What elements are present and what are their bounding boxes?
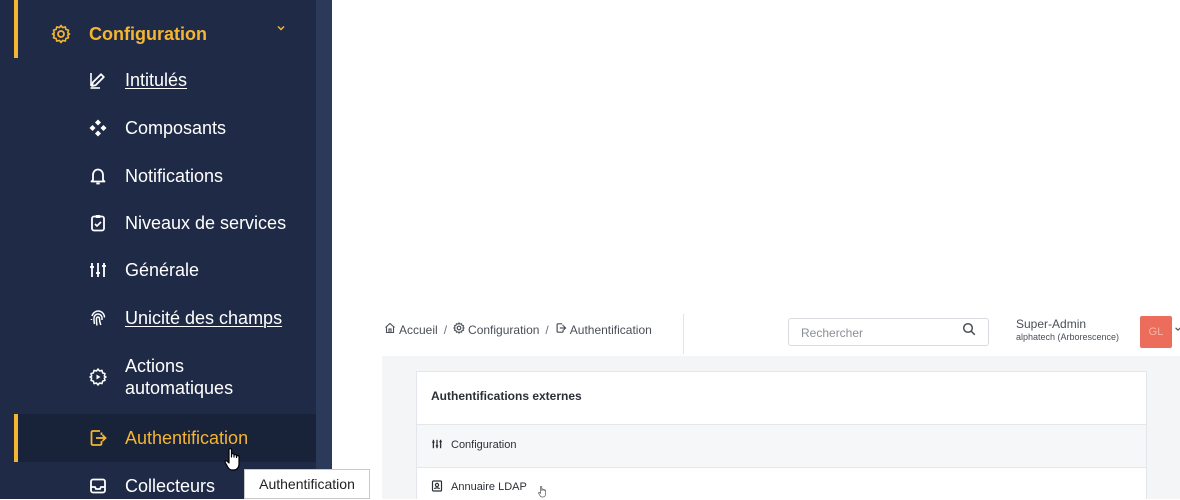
gear-icon [452,322,466,337]
sidebar-item-generale[interactable]: Générale [87,258,312,282]
sidebar-item-label: Actions automatiques [125,355,233,399]
breadcrumb-home[interactable]: Accueil [399,323,438,337]
chevron-down-icon[interactable] [1174,324,1180,336]
sliders-icon [431,438,443,453]
inbox-icon [87,475,109,497]
tooltip: Authentification [244,469,370,499]
fingerprint-icon [87,307,109,329]
gear-icon [50,23,72,45]
card-title: Authentifications externes [431,389,582,403]
breadcrumb: Accueil / Configuration / Authentificati… [384,322,652,337]
section-accent-bar [14,0,18,58]
search-icon[interactable] [962,322,976,340]
sidebar-item-unicite-des-champs[interactable]: Unicité des champs [87,306,312,330]
auth-row-annuaire-ldap[interactable]: Annuaire LDAP [417,468,1146,500]
search-box [788,318,989,346]
breadcrumb-separator: / [545,322,549,337]
sidebar-item-label: Notifications [125,166,224,186]
breadcrumb-current: Authentification [569,322,652,337]
breadcrumb-configuration[interactable]: Configuration [468,323,539,337]
login-icon [87,427,109,449]
auth-card: Authentifications externes Configuration… [416,371,1147,499]
sidebar-item-label-line1: Actions [125,356,185,376]
clipboard-icon [87,212,109,234]
sidebar-item-label: Unicité des champs [125,308,283,328]
topbar-divider [683,314,684,354]
sidebar-section-configuration[interactable]: Configuration [50,18,300,50]
directory-icon [431,480,443,495]
sidebar-item-niveaux-de-services[interactable]: Niveaux de services [87,211,312,235]
automation-icon [87,366,109,388]
auth-row-label: Configuration [451,439,517,451]
auth-row-configuration[interactable]: Configuration [417,425,1146,467]
sidebar-item-label: Générale [125,260,200,280]
home-icon [384,322,396,337]
bell-icon [87,165,109,187]
login-icon [555,322,567,337]
sidebar-item-authentification[interactable]: Authentification [87,426,312,450]
avatar[interactable]: GL [1140,316,1172,348]
sidebar-item-label-line2: automatiques [125,378,234,398]
sidebar-item-intitules[interactable]: Intitulés [87,68,312,92]
edit-icon [87,69,109,91]
sliders-icon [87,259,109,281]
sidebar-section-label: Configuration [89,23,207,44]
sidebar-item-label: Composants [125,118,227,138]
sidebar-item-actions-automatiques[interactable]: Actions automatiques [87,355,312,399]
sidebar: Configuration Intitulés Composants Notif… [0,0,370,499]
hand-cursor-icon [538,485,546,498]
sidebar-item-label: Intitulés [125,70,188,90]
user-organization: alphatech (Arborescence) [1016,332,1120,342]
user-name: Super-Admin [1016,317,1087,331]
components-icon [87,117,109,139]
sidebar-item-label: Niveaux de services [125,213,287,233]
auth-row-label: Annuaire LDAP [451,481,527,493]
hand-cursor-icon [224,448,240,471]
sidebar-item-label: Collecteurs [125,476,216,496]
chevron-down-icon [276,20,286,36]
search-input[interactable] [799,323,953,343]
sidebar-item-notifications[interactable]: Notifications [87,164,312,188]
breadcrumb-separator: / [443,322,448,337]
sidebar-item-composants[interactable]: Composants [87,116,312,140]
sidebar-scrollbar[interactable] [316,0,332,499]
active-item-accent-bar [14,414,18,462]
